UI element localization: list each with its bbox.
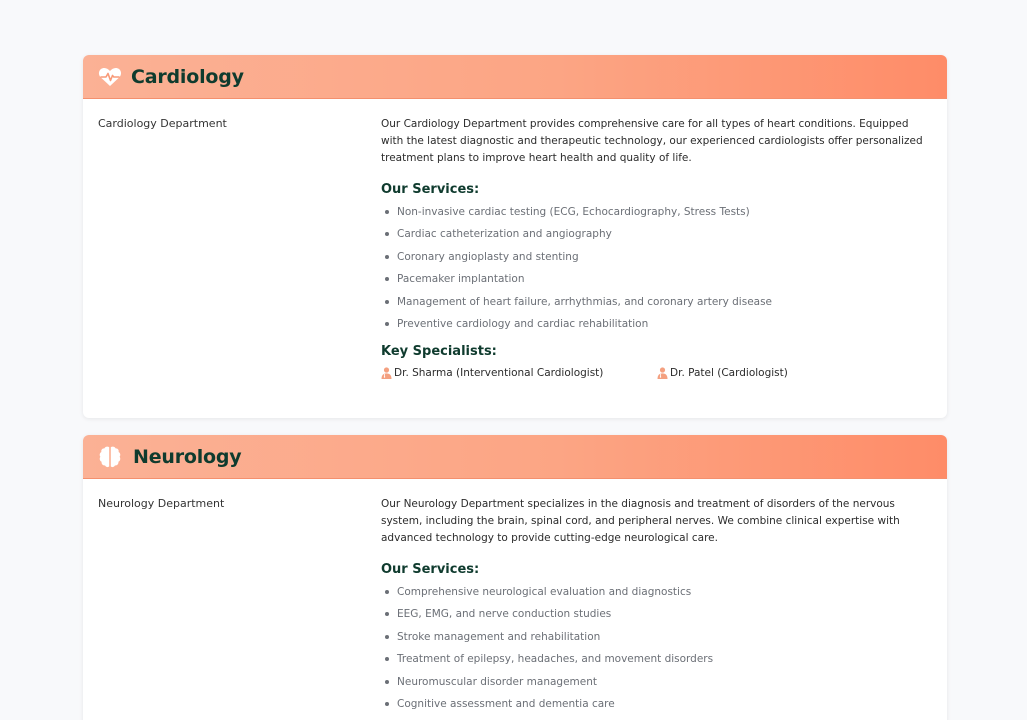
department-image: Cardiology Department xyxy=(98,117,227,130)
list-item: Coronary angioplasty and stenting xyxy=(385,249,933,265)
doctor-icon xyxy=(381,367,392,379)
department-header: Cardiology xyxy=(83,55,947,99)
department-title: Neurology xyxy=(133,445,242,468)
list-item: Non-invasive cardiac testing (ECG, Echoc… xyxy=(385,204,933,220)
department-image: Neurology Department xyxy=(98,497,224,510)
list-item: Comprehensive neurological evaluation an… xyxy=(385,584,933,600)
department-image-alt: Neurology Department xyxy=(98,497,225,510)
department-description: Our Cardiology Department provides compr… xyxy=(381,118,923,164)
list-item: Pacemaker implantation xyxy=(385,271,933,287)
list-item: Treatment of epilepsy, headaches, and mo… xyxy=(385,651,933,667)
doctor-icon xyxy=(657,367,668,379)
specialist-item: Dr. Sharma (Interventional Cardiologist) xyxy=(381,367,657,379)
department-content: Our Cardiology Department provides compr… xyxy=(381,116,933,379)
specialist-name: Dr. Patel (Cardiologist) xyxy=(670,366,788,379)
department-image-alt: Cardiology Department xyxy=(98,117,227,130)
list-item: Management of heart failure, arrhythmias… xyxy=(385,294,933,310)
list-item: Stroke management and rehabilitation xyxy=(385,629,933,645)
department-title: Cardiology xyxy=(131,65,244,88)
specialist-name: Dr. Sharma (Interventional Cardiologist) xyxy=(394,366,604,379)
specialist-item: Dr. Patel (Cardiologist) xyxy=(657,367,933,379)
services-list: Non-invasive cardiac testing (ECG, Echoc… xyxy=(381,204,933,332)
department-description: Our Neurology Department specializes in … xyxy=(381,498,900,544)
specialists-heading: Key Specialists: xyxy=(381,343,497,359)
department-card-cardiology: Cardiology Cardiology Department Our Car… xyxy=(83,55,947,418)
specialists-list: Dr. Sharma (Interventional Cardiologist)… xyxy=(381,367,933,379)
services-list: Comprehensive neurological evaluation an… xyxy=(381,584,933,712)
list-item: EEG, EMG, and nerve conduction studies xyxy=(385,606,933,622)
brain-icon xyxy=(98,445,122,469)
list-item: Cognitive assessment and dementia care xyxy=(385,696,933,712)
services-heading: Our Services: xyxy=(381,562,480,577)
services-heading: Our Services: xyxy=(381,182,480,197)
page: Cardiology Cardiology Department Our Car… xyxy=(0,0,1027,720)
department-card-neurology: Neurology Neurology Department Our Neuro… xyxy=(83,435,947,720)
list-item: Preventive cardiology and cardiac rehabi… xyxy=(385,316,933,332)
list-item: Cardiac catheterization and angiography xyxy=(385,226,933,242)
department-content: Our Neurology Department specializes in … xyxy=(381,496,933,718)
department-header: Neurology xyxy=(83,435,947,479)
heart-pulse-icon xyxy=(98,65,122,89)
list-item: Neuromuscular disorder management xyxy=(385,674,933,690)
